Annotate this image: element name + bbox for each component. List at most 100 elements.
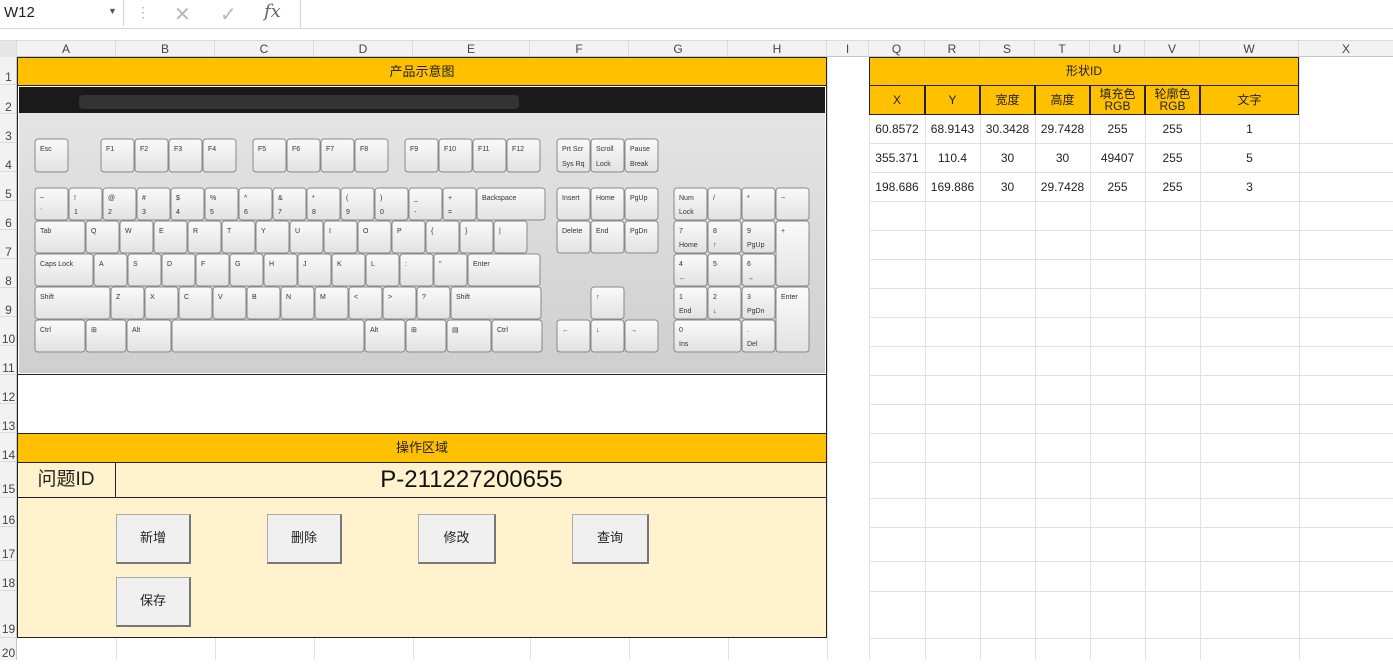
table-cell[interactable]: 3 <box>1200 173 1299 202</box>
row-18[interactable]: 18 <box>0 561 17 591</box>
row-19[interactable]: 19 <box>0 591 17 638</box>
row-2[interactable]: 2 <box>0 85 17 114</box>
row-6[interactable]: 6 <box>0 201 17 230</box>
col-x[interactable]: X <box>1299 41 1393 57</box>
key-label: G <box>235 261 240 268</box>
col-t[interactable]: T <box>1035 41 1090 57</box>
question-id-value[interactable]: P-211227200655 <box>116 462 827 498</box>
query-button[interactable]: 查询 <box>572 514 649 564</box>
table-cell[interactable]: 30 <box>980 144 1035 173</box>
row-3[interactable]: 3 <box>0 114 17 143</box>
keyboard-key <box>134 138 169 173</box>
col-g[interactable]: G <box>629 41 728 57</box>
row-9[interactable]: 9 <box>0 288 17 317</box>
row-5[interactable]: 5 <box>0 172 17 201</box>
key-label: K <box>337 261 342 268</box>
col-w[interactable]: W <box>1200 41 1299 57</box>
check-icon[interactable]: ✓ <box>220 2 237 27</box>
row-7[interactable]: 7 <box>0 230 17 259</box>
more-icon: ⋮ <box>136 4 150 20</box>
modify-button[interactable]: 修改 <box>418 514 496 564</box>
row-10[interactable]: 10 <box>0 317 17 346</box>
shape-table-header-cell[interactable]: X <box>869 85 925 115</box>
key-label: W <box>125 228 132 235</box>
shape-table-header-cell[interactable]: 高度 <box>1035 85 1090 115</box>
table-cell[interactable]: 1 <box>1200 115 1299 144</box>
name-box[interactable]: W12 <box>0 0 124 26</box>
col-e[interactable]: E <box>413 41 530 57</box>
col-f[interactable]: F <box>530 41 629 57</box>
fx-icon[interactable]: fx <box>264 1 281 22</box>
chevron-down-icon[interactable]: ▼ <box>108 6 117 16</box>
row-header: 1 2 3 4 5 6 7 8 9 10 11 12 13 14 15 16 1… <box>0 57 17 660</box>
row-17[interactable]: 17 <box>0 527 17 561</box>
table-cell[interactable]: 169.886 <box>925 173 980 202</box>
col-r[interactable]: R <box>925 41 980 57</box>
table-cell[interactable]: 30 <box>1035 144 1090 173</box>
cancel-icon[interactable]: ✕ <box>174 2 191 27</box>
shape-table-header-cell[interactable]: 文字 <box>1200 85 1299 115</box>
shape-table-header-cell[interactable]: 宽度 <box>980 85 1035 115</box>
table-cell[interactable]: 198.686 <box>869 173 925 202</box>
col-s[interactable]: S <box>980 41 1035 57</box>
table-cell[interactable]: 29.7428 <box>1035 173 1090 202</box>
key-label: Scroll <box>596 146 614 153</box>
shape-table-header-cell[interactable]: 轮廓色 RGB <box>1145 85 1200 115</box>
keyboard-key <box>34 286 111 320</box>
row-4[interactable]: 4 <box>0 143 17 172</box>
table-cell[interactable]: 5 <box>1200 144 1299 173</box>
table-cell[interactable]: 110.4 <box>925 144 980 173</box>
table-cell[interactable]: 29.7428 <box>1035 115 1090 144</box>
table-cell[interactable]: 255 <box>1145 144 1200 173</box>
col-i[interactable]: I <box>827 41 869 57</box>
table-cell[interactable]: 255 <box>1145 173 1200 202</box>
save-button[interactable]: 保存 <box>116 577 191 627</box>
col-b[interactable]: B <box>116 41 215 57</box>
keyboard-key <box>110 286 145 320</box>
row-14[interactable]: 14 <box>0 433 17 462</box>
add-button[interactable]: 新增 <box>116 514 191 564</box>
row-12[interactable]: 12 <box>0 375 17 404</box>
keyboard-key <box>252 138 287 173</box>
col-c[interactable]: C <box>215 41 314 57</box>
row-1[interactable]: 1 <box>0 57 17 85</box>
keyboard-key <box>286 138 321 173</box>
blank-area <box>17 375 827 434</box>
key-label: J <box>303 261 307 268</box>
shape-table-header-cell[interactable]: 填充色 RGB <box>1090 85 1145 115</box>
table-cell[interactable]: 49407 <box>1090 144 1145 173</box>
row-20[interactable]: 20 <box>0 638 17 660</box>
col-d[interactable]: D <box>314 41 413 57</box>
keyboard-image[interactable]: Esc F1 F2 F3 F4 F5 F6 F7 F8 F9 F10 F11 F12 Prt Scr Sys… <box>17 85 827 375</box>
shape-table-header-cell[interactable]: Y <box>925 85 980 115</box>
table-cell[interactable]: 68.9143 <box>925 115 980 144</box>
key-label: Shift <box>456 294 470 301</box>
key-label: 7 <box>679 228 683 235</box>
row-15[interactable]: 15 <box>0 462 17 498</box>
gridline <box>116 638 117 660</box>
select-all-corner[interactable] <box>0 41 17 57</box>
table-cell[interactable]: 30.3428 <box>980 115 1035 144</box>
col-a[interactable]: A <box>17 41 116 57</box>
gridline <box>869 288 1393 289</box>
col-q[interactable]: Q <box>869 41 925 57</box>
col-h[interactable]: H <box>728 41 827 57</box>
table-cell[interactable]: 30 <box>980 173 1035 202</box>
table-cell[interactable]: 355.371 <box>869 144 925 173</box>
col-v[interactable]: V <box>1145 41 1200 57</box>
keyboard-key <box>100 138 135 173</box>
table-cell[interactable]: 60.8572 <box>869 115 925 144</box>
row-11[interactable]: 11 <box>0 346 17 375</box>
key-sublabel: 7 <box>278 209 282 216</box>
row-13[interactable]: 13 <box>0 404 17 433</box>
col-u[interactable]: U <box>1090 41 1145 57</box>
delete-button[interactable]: 删除 <box>267 514 342 564</box>
formula-input[interactable] <box>300 0 1393 28</box>
keyboard-key <box>168 138 203 173</box>
table-cell[interactable]: 255 <box>1090 115 1145 144</box>
table-cell[interactable]: 255 <box>1090 173 1145 202</box>
key-label: C <box>184 294 189 301</box>
row-8[interactable]: 8 <box>0 259 17 288</box>
row-16[interactable]: 16 <box>0 498 17 527</box>
table-cell[interactable]: 255 <box>1145 115 1200 144</box>
